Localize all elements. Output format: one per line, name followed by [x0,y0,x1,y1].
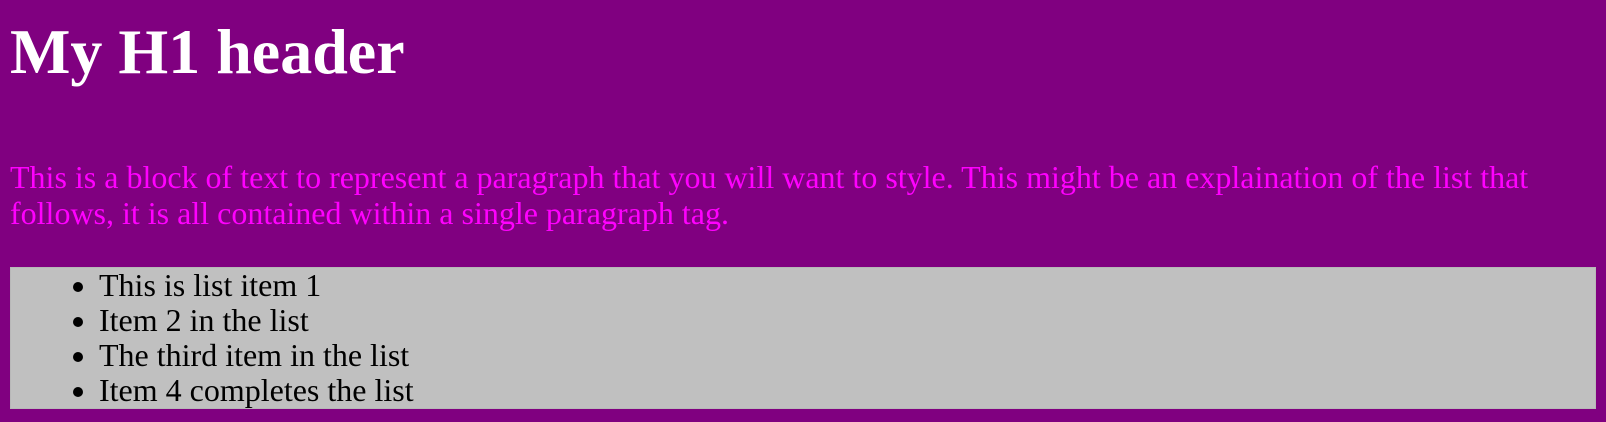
list-item: The third item in the list [99,338,1595,373]
item-list: This is list item 1 Item 2 in the list T… [10,267,1596,409]
list-item: Item 2 in the list [99,303,1595,338]
page-title: My H1 header [10,16,405,87]
page-body: My H1 header This is a block of text to … [0,0,1606,422]
list-item: This is list item 1 [99,268,1595,303]
intro-paragraph: This is a block of text to represent a p… [10,159,1529,231]
list-item: Item 4 completes the list [99,373,1595,408]
